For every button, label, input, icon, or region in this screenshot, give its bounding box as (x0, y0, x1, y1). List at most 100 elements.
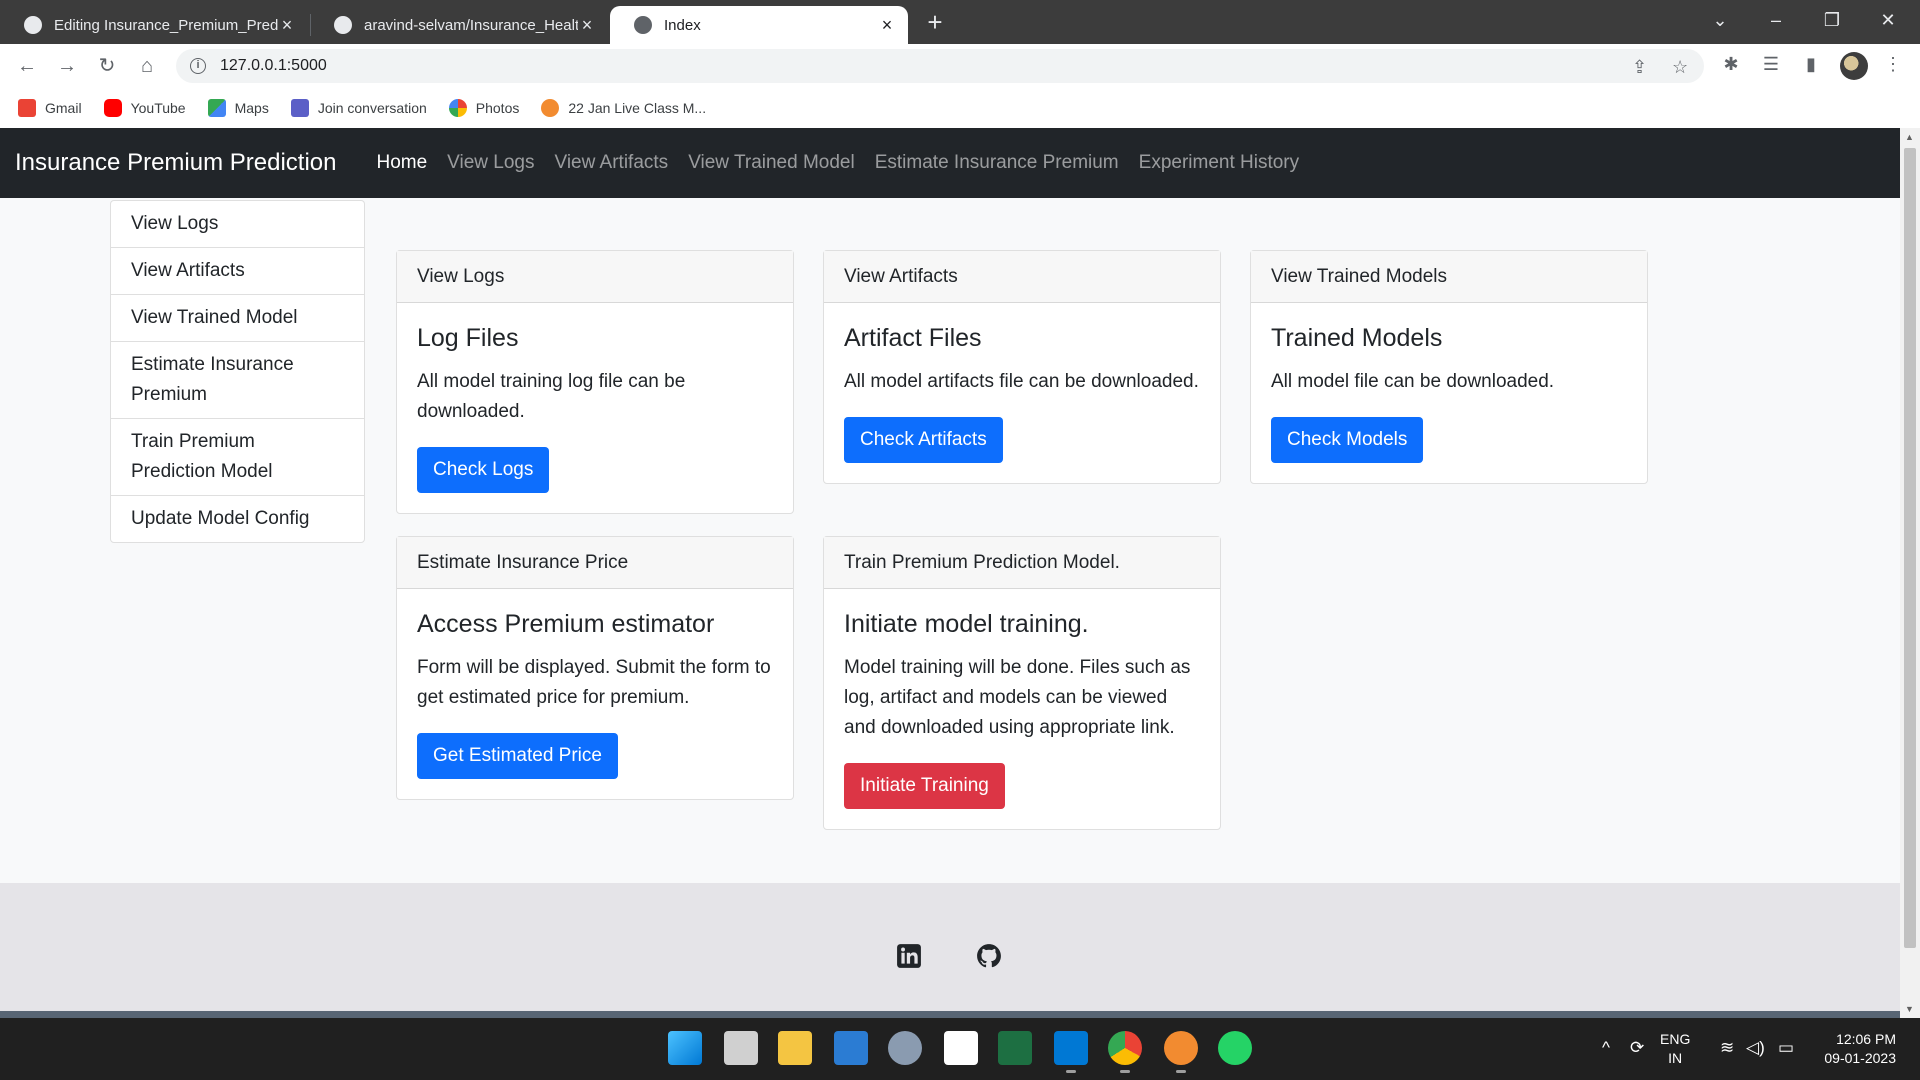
extensions-icon[interactable]: ✱ (1718, 54, 1744, 78)
orange-app-icon[interactable] (1164, 1031, 1198, 1073)
card-header: Train Premium Prediction Model. (824, 537, 1220, 589)
card-text: All model file can be downloaded. (1271, 371, 1555, 392)
browser-tab-repo[interactable]: aravind-selvam/Insurance_Health × (310, 6, 608, 44)
home-icon[interactable]: ⌂ (132, 52, 162, 80)
footer-bar (0, 1011, 1900, 1018)
restore-icon[interactable]: ❐ (1810, 6, 1854, 34)
sidebar-item-update-config[interactable]: Update Model Config (111, 496, 364, 542)
share-icon[interactable]: ⇪ (1632, 57, 1647, 78)
card-header: Estimate Insurance Price (397, 537, 793, 589)
forward-icon[interactable]: → (52, 52, 82, 80)
tab-label: Editing Insurance_Premium_Pred (54, 16, 278, 34)
start-icon[interactable] (668, 1031, 702, 1065)
tray-chevron-icon[interactable]: ^ (1602, 1038, 1610, 1058)
mail-icon[interactable] (834, 1031, 868, 1065)
back-icon[interactable]: ← (12, 52, 42, 80)
scroll-down-icon[interactable]: ▼ (1905, 1004, 1914, 1014)
card-title: Access Premium estimator (417, 610, 715, 638)
whatsapp-icon[interactable] (1218, 1031, 1252, 1065)
card-body: Access Premium estimator Form will be di… (397, 589, 793, 799)
card-estimate-price: Estimate Insurance Price Access Premium … (396, 536, 794, 800)
wifi-icon[interactable]: ≋ (1720, 1038, 1734, 1058)
card-text: All model artifacts file can be download… (844, 371, 1199, 392)
menu-icon[interactable]: ⋮ (1880, 54, 1906, 78)
card-text: All model training log file can be downl… (417, 371, 686, 422)
volume-icon[interactable]: ◁) (1746, 1038, 1765, 1058)
bookmark-gmail[interactable]: Gmail (18, 99, 82, 117)
bookmark-join-conversation[interactable]: Join conversation (290, 99, 427, 117)
linkedin-icon[interactable] (896, 943, 922, 969)
card-title: Trained Models (1271, 324, 1443, 352)
scroll-up-icon[interactable]: ▲ (1905, 132, 1914, 142)
sidebar-item-view-logs[interactable]: View Logs (111, 201, 364, 248)
nav-link-view-logs[interactable]: View Logs (437, 152, 544, 174)
check-models-button[interactable]: Check Models (1271, 417, 1424, 463)
store-icon[interactable] (944, 1031, 978, 1065)
nav-link-view-artifacts[interactable]: View Artifacts (544, 152, 678, 174)
bookmark-youtube[interactable]: YouTube (103, 99, 186, 117)
card-view-logs: View Logs Log Files All model training l… (396, 250, 794, 514)
bookmark-label: Gmail (45, 100, 82, 116)
sidebar-item-view-trained-model[interactable]: View Trained Model (111, 295, 364, 342)
scrollbar-thumb[interactable] (1904, 148, 1916, 948)
side-panel-icon[interactable]: ▮ (1798, 54, 1824, 78)
battery-icon[interactable]: ▭ (1778, 1038, 1794, 1058)
card-text: Form will be displayed. Submit the form … (417, 657, 771, 708)
taskbar-clock[interactable]: 12:06 PM 09-01-2023 (1800, 1030, 1896, 1068)
browser-tab-strip: Editing Insurance_Premium_Pred × aravind… (0, 0, 1920, 44)
youtube-icon (103, 99, 122, 117)
close-icon[interactable]: × (278, 15, 296, 36)
site-info-icon[interactable]: i (190, 58, 206, 74)
new-tab-button[interactable]: + (918, 8, 952, 36)
close-icon[interactable]: × (878, 15, 896, 36)
github-icon (334, 16, 352, 34)
bookmark-live-class[interactable]: 22 Jan Live Class M... (541, 99, 706, 117)
sidebar-item-estimate-premium[interactable]: Estimate Insurance Premium (111, 342, 364, 419)
card-body: Log Files All model training log file ca… (397, 303, 793, 513)
check-logs-button[interactable]: Check Logs (417, 447, 550, 493)
language-indicator[interactable]: ENG IN (1660, 1030, 1690, 1068)
nav-link-view-trained-model[interactable]: View Trained Model (678, 152, 865, 174)
get-estimated-price-button[interactable]: Get Estimated Price (417, 733, 618, 779)
bookmark-photos[interactable]: Photos (448, 99, 519, 117)
sync-icon[interactable]: ⟳ (1630, 1038, 1644, 1058)
github-icon[interactable] (976, 943, 1002, 969)
excel-icon[interactable] (998, 1031, 1032, 1065)
initiate-training-button[interactable]: Initiate Training (844, 763, 1005, 809)
card-header: View Logs (397, 251, 793, 303)
bookmark-label: 22 Jan Live Class M... (568, 100, 707, 116)
sidebar-item-view-artifacts[interactable]: View Artifacts (111, 248, 364, 295)
navbar-brand[interactable]: Insurance Premium Prediction (15, 149, 336, 177)
card-header: View Trained Models (1251, 251, 1647, 303)
url-text[interactable]: 127.0.0.1:5000 (220, 57, 327, 75)
address-bar[interactable]: i 127.0.0.1:5000 ⇪ ☆ (176, 49, 1704, 83)
bookmark-label: Maps (234, 100, 269, 116)
profile-avatar[interactable] (1840, 52, 1868, 80)
reading-list-icon[interactable]: ☰ (1758, 54, 1784, 78)
card-title: Artifact Files (844, 324, 982, 352)
close-icon[interactable]: × (578, 15, 596, 36)
check-artifacts-button[interactable]: Check Artifacts (844, 417, 1003, 463)
nav-link-experiment-history[interactable]: Experiment History (1129, 152, 1310, 174)
page-footer (0, 883, 1900, 1018)
photos-icon (448, 99, 467, 117)
card-view-trained-models: View Trained Models Trained Models All m… (1250, 250, 1648, 484)
nav-link-estimate-premium[interactable]: Estimate Insurance Premium (865, 152, 1129, 174)
vscode-icon[interactable] (1054, 1031, 1088, 1073)
tab-search-icon[interactable]: ⌄ (1698, 6, 1742, 34)
browser-tab-editing[interactable]: Editing Insurance_Premium_Pred × (0, 6, 308, 44)
minimize-icon[interactable]: – (1754, 6, 1798, 34)
task-view-icon[interactable] (724, 1031, 758, 1065)
bookmarks-bar: Gmail YouTube Maps Join conversation Pho… (0, 88, 1920, 128)
page-scrollbar[interactable]: ▲ ▼ (1900, 128, 1920, 1018)
chrome-icon[interactable] (1108, 1031, 1142, 1073)
browser-tab-index[interactable]: Index × (610, 6, 908, 44)
window-close-icon[interactable]: ✕ (1866, 6, 1910, 34)
bookmark-maps[interactable]: Maps (207, 99, 269, 117)
file-explorer-icon[interactable] (778, 1031, 812, 1065)
reload-icon[interactable]: ↻ (92, 52, 122, 80)
nav-link-home[interactable]: Home (366, 152, 437, 174)
bookmark-star-icon[interactable]: ☆ (1672, 57, 1688, 78)
settings-icon[interactable] (888, 1031, 922, 1065)
sidebar-item-train-model[interactable]: Train Premium Prediction Model (111, 419, 364, 496)
